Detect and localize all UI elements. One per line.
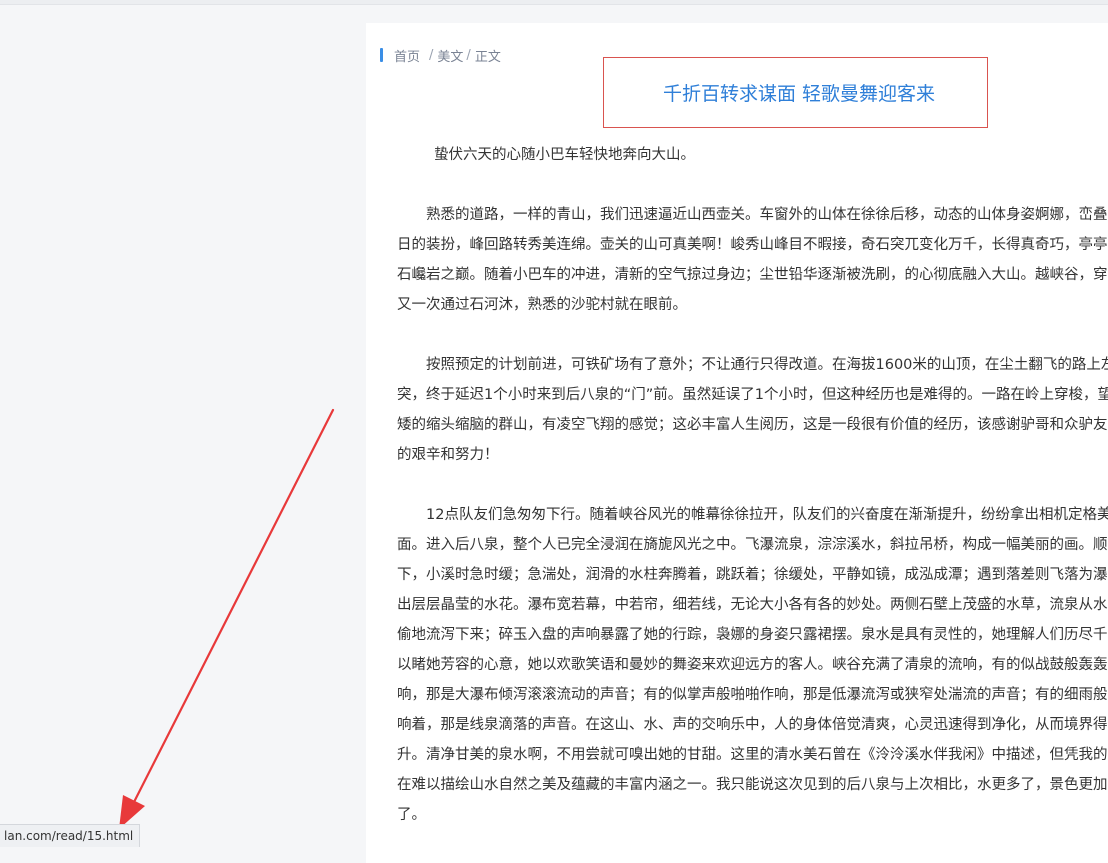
article-paragraph: 12点队友们急匆匆下行。随着峡谷风光的帷幕徐徐拉开，队友们的兴奋度在渐渐提升，纷…	[397, 507, 1108, 823]
status-bar-url: lan.com/read/15.html	[0, 824, 141, 847]
article-paragraph: 蛰伏六天的心随小巴车轻快地奔向大山。	[434, 147, 695, 163]
breadcrumb-home-link[interactable]: 首页	[394, 46, 420, 65]
article-title-highlight-box: 千折百转求谋面 轻歌曼舞迎客来	[603, 57, 988, 128]
article-title: 千折百转求谋面 轻歌曼舞迎客来	[662, 83, 936, 105]
breadcrumb: 首页 / 美文 / 正文	[380, 46, 501, 65]
breadcrumb-current: 正文	[474, 49, 501, 65]
breadcrumb-accent-bar	[380, 48, 383, 62]
left-blank-panel	[0, 5, 366, 855]
article-body: 蛰伏六天的心随小巴车轻快地奔向大山。 熟悉的道路，一样的青山，我们迅速逼近山西壶…	[397, 140, 1108, 860]
article-paragraph: 熟悉的道路，一样的青山，我们迅速逼近山西壶关。车窗外的山体在徐徐后移，动态的山体…	[397, 207, 1108, 313]
article-panel: 首页 / 美文 / 正文 千折百转求谋面 轻歌曼舞迎客来 蛰伏六天的心随小巴车轻…	[366, 23, 1108, 863]
breadcrumb-separator: /	[429, 47, 434, 63]
breadcrumb-category-link[interactable]: 美文	[437, 46, 463, 65]
article-paragraph: 按照预定的计划前进，可铁矿场有了意外；不让通行只得改道。在海拔1600米的山顶，…	[397, 357, 1108, 463]
breadcrumb-separator: /	[466, 47, 471, 63]
